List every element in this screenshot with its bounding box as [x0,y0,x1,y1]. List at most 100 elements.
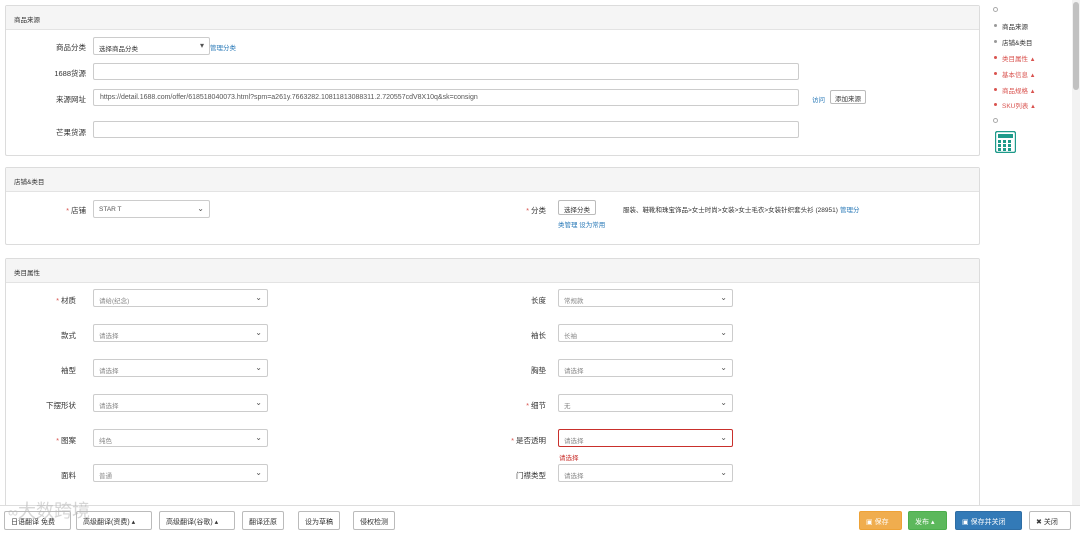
scrollbar-track[interactable] [1072,0,1080,535]
attr-label-text: 长度 [531,296,546,305]
chevron-down-icon: ⌄ [255,468,262,477]
nav-dot [994,24,997,27]
attr-label-r: 长度 [486,295,546,306]
source-url-input[interactable]: https://detail.1688.com/offer/6185180400… [93,89,799,106]
close-label: 关闭 [1043,519,1058,526]
choose-category-button[interactable]: 选择分类 [558,200,596,215]
category-select[interactable]: 选择商品分类 ▾ [93,37,210,55]
attr-label-text: 门襟类型 [516,471,546,480]
warning-icon: ▲ [1028,104,1036,110]
attributes-panel: 类目属性 * 材质 请给(纪念) ⌄ 长度 常规款 ⌄ 款式 请选择 ⌄ 袖长 长袖 ⌄ 袖型 请选择 ⌄ 胸垫… [5,258,980,520]
attr-select-l[interactable]: 纯色 ⌄ [93,429,268,447]
publish-button[interactable]: 发布 ▴ [908,511,947,530]
attr-select-r[interactable]: 无 ⌄ [558,394,733,412]
attr-label-text: 材质 [61,296,76,305]
nav-top-marker [993,7,998,12]
attr-select-l[interactable]: 请给(纪念) ⌄ [93,289,268,307]
chevron-down-icon: ⌄ [720,328,727,337]
visit-link[interactable]: 访问 [812,94,825,104]
attr-label-l: 袖型 [16,365,76,376]
nav-item[interactable]: 商品规格 ▲ [1002,85,1036,95]
publish-label: 发布 [915,519,929,526]
nav-dot [994,72,997,75]
advanced-translate-paid-button[interactable]: 高级翻译(资费) ▴ [76,511,152,530]
attr-select-l[interactable]: 请选择 ⌄ [93,324,268,342]
store-panel-title: 店铺&类目 [6,168,979,192]
nav-bottom-marker [993,118,998,123]
attr-label-l: 下摆形状 [16,400,76,411]
set-draft-button[interactable]: 设为草稿 [298,511,340,530]
category-manage-link[interactable]: 管理分 [840,204,860,214]
source-panel-title: 商品来源 [6,6,979,30]
attr-label-text: 袖长 [531,331,546,340]
add-source-button[interactable]: 添加来源 [830,90,866,104]
attr-label-text: 下摆形状 [46,401,76,410]
attr-select-l[interactable]: 请选择 ⌄ [93,394,268,412]
save-close-button[interactable]: ▣ 保存并关闭 [955,511,1022,530]
attr-select-value: 请选择 [564,368,584,375]
close-icon: ✖ [1036,519,1042,526]
attr-label-l: 面料 [16,470,76,481]
attr-label-l: 款式 [16,330,76,341]
attr-select-value: 请选择 [564,473,584,480]
japanese-translate-button[interactable]: 日语翻译 免费 [4,511,71,530]
attr-label-text: 图案 [61,436,76,445]
save-button[interactable]: ▣ 保存 [859,511,902,530]
save-icon: ▣ [866,519,873,526]
mango-source-input[interactable] [93,121,799,138]
calculator-icon[interactable] [994,130,1017,154]
chevron-down-icon: ⌄ [720,363,727,372]
chevron-down-icon: ⌄ [255,398,262,407]
nav-item[interactable]: 基本信息 ▲ [1002,69,1036,79]
category-sub-links[interactable]: 类管理 设为常用 [558,219,605,229]
attr-select-value: 请选择 [99,403,119,410]
manage-category-link[interactable]: 管理分类 [210,42,236,52]
category-path-text: 服装、鞋靴和珠宝饰品>女士时尚>女装>女士毛衣>女装针织套头衫 (28951) [623,207,838,214]
save-icon: ▣ [962,519,969,526]
chevron-down-icon: ⌄ [720,398,727,407]
chevron-down-icon: ⌄ [255,433,262,442]
nav-dot [994,56,997,59]
translate-restore-button[interactable]: 翻译还原 [242,511,284,530]
attr-select-r[interactable]: 长袖 ⌄ [558,324,733,342]
nav-item-label: 商品来源 [1002,24,1028,31]
required-mark: * [526,401,529,410]
advanced-translate-google-button[interactable]: 高级翻译(谷歌) ▴ [159,511,235,530]
caret-icon: ▴ [131,519,136,526]
scrollbar-thumb[interactable] [1073,2,1079,90]
attr-select-r[interactable]: 请选择 ⌄ [558,429,733,447]
source-panel: 商品来源 商品分类 选择商品分类 ▾ 管理分类 1688货源 来源网址 https… [5,5,980,156]
attr-label-l: * 图案 [16,435,76,446]
attr-label-r: * 细节 [486,400,546,411]
nav-item[interactable]: SKU列表 ▲ [1002,100,1036,110]
category-label: 商品分类 [56,43,86,52]
nav-item[interactable]: 店铺&类目 [1002,37,1032,47]
infringement-check-button[interactable]: 侵权检测 [353,511,395,530]
attr-select-value: 请选择 [99,333,119,340]
attr-select-l[interactable]: 请选择 ⌄ [93,359,268,377]
attr-select-value: 纯色 [99,438,112,445]
warning-icon: ▲ [1028,89,1036,95]
attr-select-r[interactable]: 请选择 ⌄ [558,359,733,377]
attributes-panel-title: 类目属性 [6,259,979,283]
close-button[interactable]: ✖ 关闭 [1029,511,1071,530]
source-1688-label: 1688货源 [54,69,86,78]
attr-select-r[interactable]: 常规款 ⌄ [558,289,733,307]
source-1688-input[interactable] [93,63,799,80]
nav-item[interactable]: 商品来源 [1002,21,1028,31]
store-select-value: STAR T [99,206,122,213]
required-mark: * [56,436,59,445]
chevron-down-icon: ⌄ [255,363,262,372]
nav-item[interactable]: 类目属性 ▲ [1002,53,1036,63]
attr-select-value: 常规款 [564,298,584,305]
attr-label-r: 胸垫 [486,365,546,376]
attr-select-l[interactable]: 普通 ⌄ [93,464,268,482]
nav-item-label: 店铺&类目 [1002,40,1033,47]
attr-select-r[interactable]: 请选择 ⌄ [558,464,733,482]
advanced-translate-google-label: 高级翻译(谷歌) [166,519,213,526]
warning-icon: ▲ [1028,57,1036,63]
store-select[interactable]: STAR T ⌄ [93,200,210,218]
attr-select-value: 普通 [99,473,112,480]
caret-icon: ▴ [930,519,935,526]
japanese-translate-label: 日语翻译 免费 [11,519,55,526]
